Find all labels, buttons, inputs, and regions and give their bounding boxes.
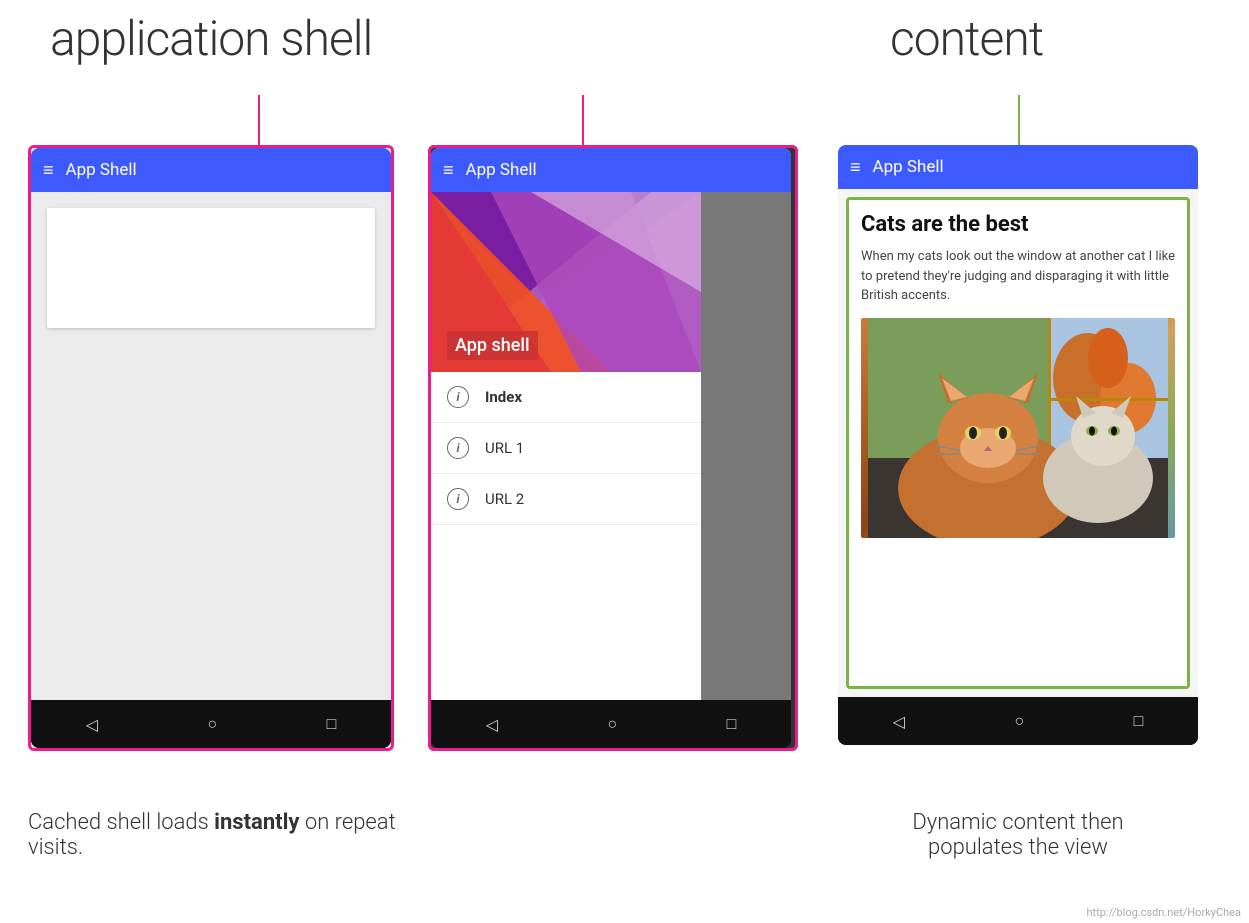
phone1-app-bar: ≡ App Shell <box>31 148 391 192</box>
drawer-image-area: App shell <box>431 192 701 372</box>
phone2-screen: ≡ App Shell <box>431 148 791 700</box>
app-shell-label: application shell <box>50 10 372 67</box>
phone3-wrapper: ≡ App Shell Cats are the best When my ca… <box>838 145 1198 745</box>
caption-right-line1: Dynamic content then <box>912 810 1123 835</box>
phone3-back-btn[interactable]: ◁ <box>893 712 905 731</box>
phone3-screen: ≡ App Shell Cats are the best When my ca… <box>838 145 1198 697</box>
phone3-hamburger-icon: ≡ <box>850 157 861 178</box>
phone3: ≡ App Shell Cats are the best When my ca… <box>838 145 1198 745</box>
phone1-screen: ≡ App Shell <box>31 148 391 700</box>
drawer-app-label: App shell <box>447 331 538 360</box>
phone1-border: ≡ App Shell ◁ ○ □ <box>28 145 394 751</box>
phone1-back-btn[interactable]: ◁ <box>86 715 98 734</box>
phone2-home-btn[interactable]: ○ <box>607 714 617 734</box>
cat-image-svg <box>861 318 1175 538</box>
drawer-item-text-1: Index <box>485 388 522 406</box>
drawer-item-url1[interactable]: i URL 1 <box>431 423 701 474</box>
phone1-hamburger-icon: ≡ <box>43 160 54 181</box>
phone3-recents-btn[interactable]: □ <box>1134 711 1144 731</box>
phone2-title: App Shell <box>466 160 537 180</box>
phone2-recents-btn[interactable]: □ <box>727 714 737 734</box>
phone1-placeholder <box>47 208 375 328</box>
phone1-recents-btn[interactable]: □ <box>327 714 337 734</box>
drawer-item-icon-1: i <box>447 386 469 408</box>
caption-left: Cached shell loads instantly on repeat v… <box>28 810 418 860</box>
content-card: Cats are the best When my cats look out … <box>846 197 1190 689</box>
phone2-wrapper: ≡ App Shell <box>428 145 798 751</box>
phone2-border: ≡ App Shell <box>428 145 798 751</box>
phone2: ≡ App Shell <box>431 148 791 748</box>
phone1-content-area <box>31 192 391 700</box>
phone3-nav-bar: ◁ ○ □ <box>838 697 1198 745</box>
card-title: Cats are the best <box>861 212 1175 237</box>
phone3-app-bar: ≡ App Shell <box>838 145 1198 189</box>
page: application shell content ≡ App Shell <box>0 0 1249 923</box>
arrow-line-2 <box>582 95 584 147</box>
arrow-line-3 <box>1018 95 1020 147</box>
arrow-line-1 <box>258 95 260 147</box>
phone1-nav-bar: ◁ ○ □ <box>31 700 391 748</box>
cat-image <box>861 318 1175 538</box>
phone3-home-btn[interactable]: ○ <box>1014 711 1024 731</box>
phone1-home-btn[interactable]: ○ <box>207 714 217 734</box>
drawer-dark-overlay <box>701 192 791 700</box>
caption-right: Dynamic content then populates the view <box>838 810 1198 860</box>
watermark: http://blog.csdn.net/HorkyChea <box>1087 906 1242 919</box>
caption-right-line2: populates the view <box>928 835 1108 860</box>
phone1-wrapper: ≡ App Shell ◁ ○ □ <box>28 145 394 751</box>
drawer-item-index[interactable]: i Index <box>431 372 701 423</box>
phone3-title: App Shell <box>873 157 944 177</box>
drawer-item-text-3: URL 2 <box>485 490 524 508</box>
drawer-item-text-2: URL 1 <box>485 439 524 457</box>
drawer-item-url2[interactable]: i URL 2 <box>431 474 701 525</box>
phone2-hamburger-icon: ≡ <box>443 160 454 181</box>
drawer-item-icon-2: i <box>447 437 469 459</box>
phone2-back-btn[interactable]: ◁ <box>486 715 498 734</box>
drawer-item-icon-3: i <box>447 488 469 510</box>
phone3-content-area: Cats are the best When my cats look out … <box>838 189 1198 697</box>
card-text: When my cats look out the window at anot… <box>861 247 1175 306</box>
phone2-nav-bar: ◁ ○ □ <box>431 700 791 748</box>
phone2-app-bar: ≡ App Shell <box>431 148 791 192</box>
phone1: ≡ App Shell ◁ ○ □ <box>31 148 391 748</box>
drawer-panel: App shell i Index i URL 1 <box>431 192 701 700</box>
phone1-title: App Shell <box>66 160 137 180</box>
labels-row: application shell content <box>0 0 1249 145</box>
phone2-drawer-overlay: App shell i Index i URL 1 <box>431 192 791 700</box>
content-label: content <box>890 10 1043 67</box>
caption-bold: instantly <box>214 810 299 835</box>
